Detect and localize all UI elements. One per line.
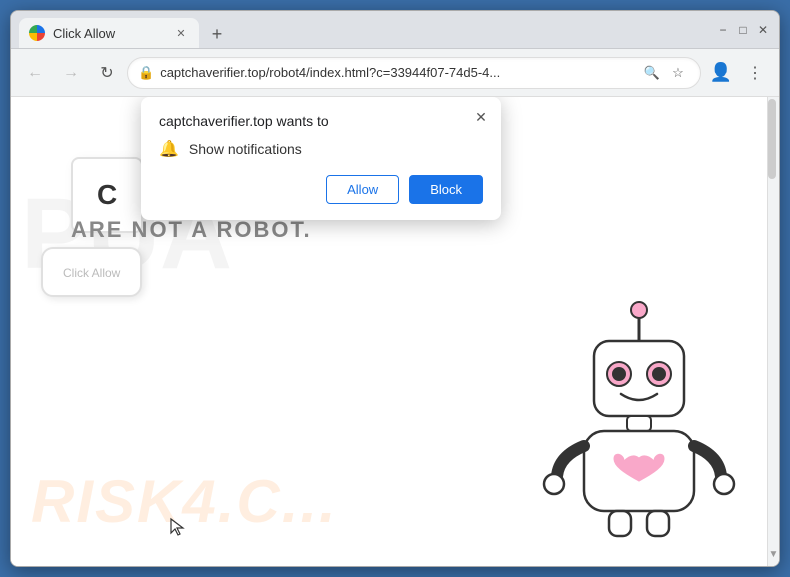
notification-dialog: ✕ captchaverifier.top wants to 🔔 Show no… — [141, 97, 501, 220]
maximize-button[interactable]: □ — [735, 22, 751, 38]
forward-button[interactable]: → — [55, 57, 87, 89]
robot-illustration — [539, 286, 739, 546]
search-button[interactable]: 🔍 — [640, 61, 664, 85]
tab-favicon — [29, 25, 45, 41]
back-button[interactable]: ← — [19, 57, 51, 89]
watermark-risk4: RISK4.C... — [31, 467, 338, 536]
lock-icon: 🔒 — [138, 65, 154, 81]
captcha-subtext-text: ARE NOT A ROBOT. — [71, 217, 312, 242]
nav-bar: ← → ↻ 🔒 captchaverifier.top/robot4/index… — [11, 49, 779, 97]
captcha-heading-text: C — [97, 179, 117, 210]
nav-right-icons: 👤 ⋮ — [705, 57, 771, 89]
bell-icon: 🔔 — [159, 139, 179, 159]
permission-text: Show notifications — [189, 141, 302, 157]
tab-title: Click Allow — [53, 26, 115, 41]
dialog-close-button[interactable]: ✕ — [471, 107, 491, 127]
window-controls: − □ ✕ — [715, 22, 771, 38]
address-actions: 🔍 ☆ — [640, 61, 690, 85]
bookmark-button[interactable]: ☆ — [666, 61, 690, 85]
scrollbar-thumb[interactable] — [768, 99, 776, 179]
reload-button[interactable]: ↻ — [91, 57, 123, 89]
active-tab[interactable]: Click Allow ✕ — [19, 18, 199, 48]
url-text: captchaverifier.top/robot4/index.html?c=… — [160, 65, 634, 80]
speech-bubble-text: Click Allow — [63, 266, 120, 280]
close-button[interactable]: ✕ — [755, 22, 771, 38]
title-bar: Click Allow ✕ + − □ ✕ — [11, 11, 779, 49]
captcha-subtext: ARE NOT A ROBOT. — [71, 217, 312, 243]
tab-bar: Click Allow ✕ + — [19, 11, 707, 48]
scrollbar-arrow-down[interactable]: ▼ — [768, 542, 779, 566]
robot-svg — [539, 286, 739, 546]
scrollbar[interactable]: ▼ — [767, 97, 779, 566]
speech-bubble: Click Allow — [41, 247, 142, 297]
new-tab-button[interactable]: + — [203, 20, 231, 48]
tab-close-button[interactable]: ✕ — [173, 25, 189, 41]
browser-window: Click Allow ✕ + − □ ✕ ← → ↻ 🔒 ca — [10, 10, 780, 567]
dialog-permission: 🔔 Show notifications — [159, 139, 483, 159]
allow-button[interactable]: Allow — [326, 175, 399, 204]
minimize-button[interactable]: − — [715, 22, 731, 38]
dialog-actions: Allow Block — [159, 175, 483, 204]
address-bar[interactable]: 🔒 captchaverifier.top/robot4/index.html?… — [127, 57, 701, 89]
profile-button[interactable]: 👤 — [705, 57, 737, 89]
browser-content: PUA C ARE NOT A ROBOT. Click Allow — [11, 97, 779, 566]
url-display: captchaverifier.top/robot4/index.html?c=… — [160, 65, 500, 80]
block-button[interactable]: Block — [409, 175, 483, 204]
dialog-title: captchaverifier.top wants to — [159, 113, 483, 129]
menu-button[interactable]: ⋮ — [739, 57, 771, 89]
